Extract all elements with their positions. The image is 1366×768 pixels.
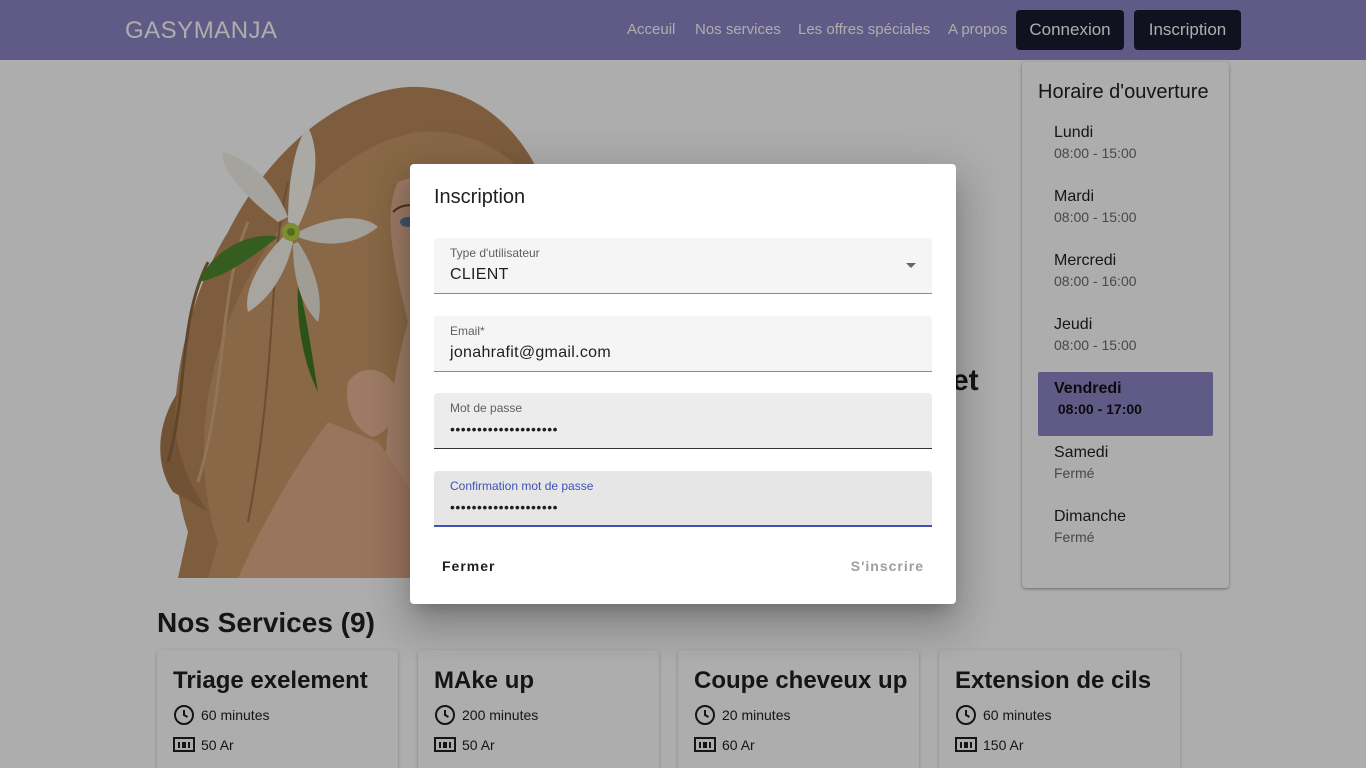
password-label: Mot de passe (450, 401, 523, 415)
password-field[interactable]: Mot de passe •••••••••••••••••••• (434, 393, 932, 449)
user-type-select[interactable]: Type d'utilisateur CLIENT (434, 238, 932, 294)
signup-dialog: Inscription Type d'utilisateur CLIENT Em… (410, 164, 956, 604)
password-value: •••••••••••••••••••• (450, 421, 559, 437)
email-label: Email* (450, 324, 485, 338)
email-value: jonahrafit@gmail.com (450, 344, 611, 361)
confirm-password-value: •••••••••••••••••••• (450, 499, 559, 515)
submit-signup-button[interactable]: S'inscrire (851, 553, 924, 579)
confirm-password-field[interactable]: Confirmation mot de passe ••••••••••••••… (434, 471, 932, 527)
dropdown-arrow-icon (906, 263, 916, 268)
dialog-title: Inscription (434, 186, 526, 208)
user-type-value: CLIENT (450, 266, 509, 283)
confirm-password-label: Confirmation mot de passe (450, 479, 594, 493)
close-button[interactable]: Fermer (442, 553, 495, 579)
email-field[interactable]: Email* jonahrafit@gmail.com (434, 316, 932, 372)
user-type-label: Type d'utilisateur (450, 246, 540, 260)
